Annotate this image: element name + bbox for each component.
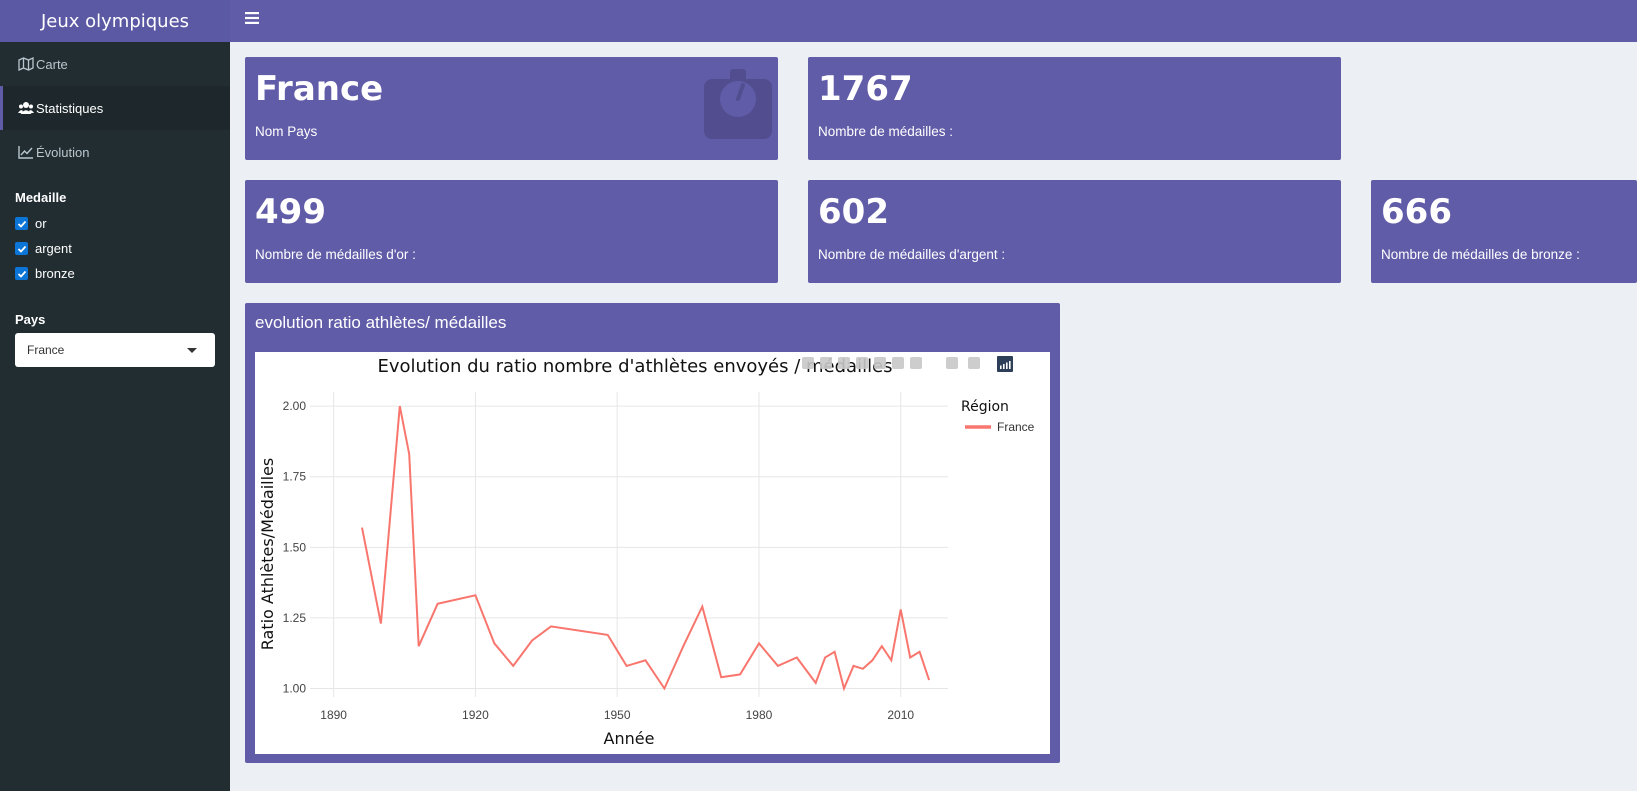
- x-tick-label: 1980: [746, 708, 773, 722]
- chart-box: evolution ratio athlètes/ médailles 1890…: [245, 303, 1060, 763]
- chevron-down-icon: [187, 348, 197, 353]
- balance-scale-icon: [704, 69, 772, 139]
- medal-filter-label: Medaille: [15, 190, 67, 205]
- silver-medals-value: 602: [818, 192, 889, 232]
- x-tick-label: 1950: [604, 708, 631, 722]
- checkbox-argent[interactable]: [15, 242, 28, 255]
- sidebar-item-label: Évolution: [36, 144, 90, 160]
- gold-medals-value: 499: [255, 192, 326, 232]
- checkbox-or[interactable]: [15, 217, 28, 230]
- compare-icon: [968, 357, 980, 369]
- country-select-value: France: [27, 343, 65, 357]
- x-axis-title: Année: [604, 729, 655, 748]
- camera-icon: [802, 357, 814, 369]
- chart-title: Evolution du ratio nombre d'athlètes env…: [377, 356, 892, 377]
- y-tick-label: 2.00: [283, 399, 307, 413]
- x-tick-label: 1890: [320, 708, 347, 722]
- spike-lines-icon: [946, 357, 958, 369]
- check-icon: [17, 270, 26, 278]
- zoom-out-icon: [874, 357, 886, 369]
- users-icon: [18, 102, 34, 114]
- pan-icon: [838, 357, 850, 369]
- sidebar-toggle-icon[interactable]: [244, 8, 260, 28]
- y-tick-label: 1.75: [283, 470, 307, 484]
- autoscale-icon: [892, 357, 904, 369]
- value-box-silver: 602 Nombre de médailles d'argent :: [808, 180, 1341, 283]
- sidebar-item-evolution[interactable]: Évolution: [0, 130, 230, 174]
- checkbox-bronze[interactable]: [15, 267, 28, 280]
- country-value: France: [255, 69, 384, 109]
- x-tick-label: 2010: [887, 708, 914, 722]
- legend-title: Région: [961, 399, 1009, 415]
- line-chart-icon: [18, 146, 33, 159]
- home-icon: [910, 357, 922, 369]
- value-box-total-medals: 1767 Nombre de médailles :: [808, 57, 1341, 160]
- sidebar-item-label: Carte: [36, 56, 68, 72]
- plotly-logo-bar: [1006, 362, 1008, 369]
- total-medals-label: Nombre de médailles :: [818, 124, 954, 139]
- plotly-chart[interactable]: 1890 1920 1950 1980 2010 1.00 1.25 1.50 1.75 2.00…: [255, 352, 1050, 754]
- value-box-gold: 499 Nombre de médailles d'or :: [245, 180, 778, 283]
- legend-item-label: France: [997, 420, 1035, 434]
- map-icon: [18, 57, 34, 71]
- country-filter-label: Pays: [15, 312, 46, 327]
- y-tick-label: 1.00: [283, 682, 307, 696]
- x-tick-label: 1920: [462, 708, 489, 722]
- plotly-logo-bar: [1000, 365, 1002, 369]
- total-medals-value: 1767: [818, 69, 913, 109]
- country-select[interactable]: France: [15, 333, 215, 367]
- top-navbar: [230, 0, 1637, 42]
- bronze-medals-value: 666: [1381, 192, 1452, 232]
- plotly-logo-bar: [1003, 364, 1005, 369]
- check-icon: [17, 245, 26, 253]
- zoom-icon: [820, 357, 832, 369]
- y-axis-title: Ratio Athlètes/Médailles: [258, 458, 277, 651]
- plotly-logo-bar: [1009, 361, 1011, 369]
- gold-medals-label: Nombre de médailles d'or :: [255, 247, 416, 262]
- medal-option-argent[interactable]: argent: [0, 236, 230, 261]
- y-tick-label: 1.25: [283, 611, 307, 625]
- sidebar-item-carte[interactable]: Carte: [0, 42, 230, 86]
- medal-option-label: or: [35, 216, 47, 231]
- app-brand: Jeux olympiques: [0, 0, 230, 42]
- bronze-medals-label: Nombre de médailles de bronze :: [1381, 247, 1580, 262]
- medal-option-label: bronze: [35, 266, 75, 281]
- sidebar-item-statistiques[interactable]: Statistiques: [0, 86, 230, 130]
- chart-box-title: evolution ratio athlètes/ médailles: [255, 313, 507, 332]
- medal-option-bronze[interactable]: bronze: [0, 261, 230, 286]
- sidebar: Carte Statistiques Évolution Medaille or…: [0, 42, 230, 791]
- check-icon: [17, 220, 26, 228]
- country-label: Nom Pays: [255, 124, 318, 139]
- medal-option-label: argent: [35, 241, 72, 256]
- zoom-in-icon: [856, 357, 868, 369]
- value-box-country: France Nom Pays: [245, 57, 778, 160]
- value-box-bronze: 666 Nombre de médailles de bronze :: [1371, 180, 1637, 283]
- chart-svg: 1890 1920 1950 1980 2010 1.00 1.25 1.50 1.75 2.00…: [258, 356, 1035, 748]
- app-title: Jeux olympiques: [40, 10, 190, 32]
- silver-medals-label: Nombre de médailles d'argent :: [818, 247, 1006, 262]
- y-tick-label: 1.50: [283, 540, 307, 554]
- sidebar-item-label: Statistiques: [36, 100, 104, 116]
- medal-option-or[interactable]: or: [0, 211, 230, 236]
